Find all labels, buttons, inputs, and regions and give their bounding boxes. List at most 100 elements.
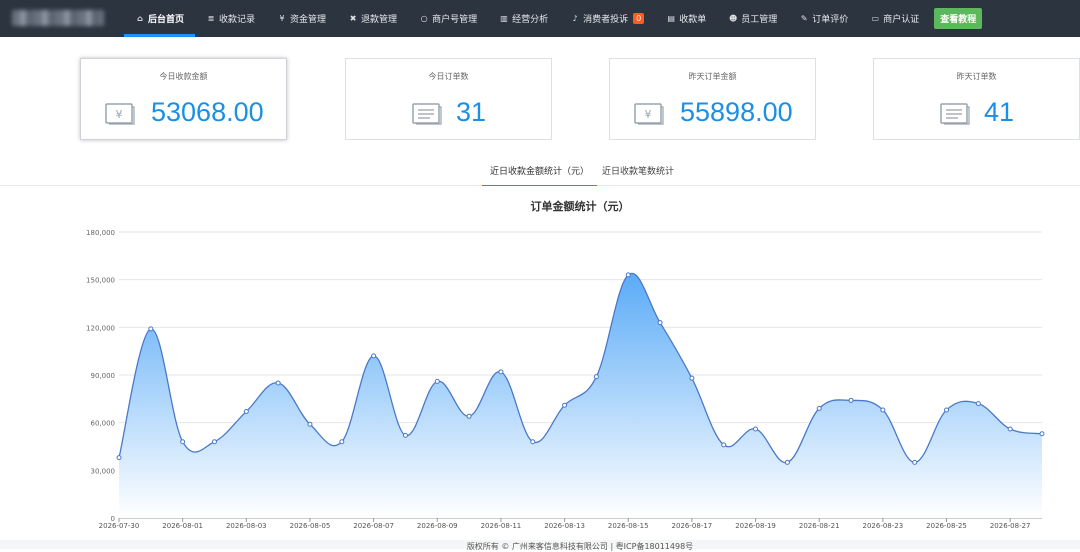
y-tick-label: 180,000 bbox=[86, 229, 115, 237]
nav-item-label: 资金管理 bbox=[290, 15, 327, 25]
money-icon: ¥ bbox=[634, 103, 664, 125]
y-tick-label: 90,000 bbox=[91, 372, 116, 380]
complaint-count-badge: 0 bbox=[633, 13, 645, 24]
data-point bbox=[116, 455, 122, 461]
svg-text:¥: ¥ bbox=[645, 108, 652, 121]
x-tick-label: 2026-08-23 bbox=[863, 522, 904, 530]
nav-item-label: 消费者投诉 bbox=[583, 15, 629, 25]
x-tick-label: 2026-08-09 bbox=[417, 522, 458, 530]
tutorial-button[interactable]: 查看教程 bbox=[934, 8, 983, 29]
data-point bbox=[148, 326, 154, 332]
nav-item-3[interactable]: ✖ 退款管理 bbox=[337, 0, 408, 37]
x-tick-label: 2026-08-25 bbox=[926, 522, 967, 530]
data-point bbox=[498, 369, 504, 375]
data-point bbox=[275, 380, 281, 386]
y-tick-label: 120,000 bbox=[86, 324, 115, 332]
close-icon: ✖ bbox=[349, 14, 357, 23]
x-tick-label: 2026-08-01 bbox=[162, 522, 203, 530]
nav-item-8[interactable]: ☻ 员工管理 bbox=[717, 0, 788, 37]
x-tick-label: 2026-08-17 bbox=[672, 522, 713, 530]
nav-item-0[interactable]: ⌂ 后台首页 bbox=[124, 0, 196, 37]
nav-item-10[interactable]: ▭ 商户认证 bbox=[859, 0, 930, 37]
card-icon: ▭ bbox=[871, 14, 880, 23]
logo[interactable] bbox=[12, 10, 104, 26]
bell-icon: ♪ bbox=[572, 14, 578, 23]
nav-item-1[interactable]: ≣ 收款记录 bbox=[195, 0, 266, 37]
stat-card-title: 今日订单数 bbox=[428, 72, 469, 81]
footer-copyright: 版权所有 © 广州来客信息科技有限公司 | 粤ICP备18011498号 bbox=[466, 542, 694, 551]
data-point bbox=[625, 272, 631, 278]
x-tick-label: 2026-08-19 bbox=[735, 522, 776, 530]
data-point bbox=[1007, 426, 1013, 432]
x-tick-label: 2026-08-27 bbox=[990, 522, 1031, 530]
nav-item-label: 经营分析 bbox=[512, 15, 549, 25]
circle-icon: ○ bbox=[420, 14, 428, 23]
data-point bbox=[975, 401, 981, 407]
data-point bbox=[944, 407, 950, 413]
nav-item-5[interactable]: ▥ 经营分析 bbox=[488, 0, 559, 37]
stat-card-yesterday-orders: 昨天订单数 41 bbox=[873, 58, 1080, 140]
data-point bbox=[912, 459, 918, 465]
data-point bbox=[434, 378, 440, 384]
tab-count-stats[interactable]: 近日收款笔数统计 bbox=[602, 164, 674, 185]
y-tick-label: 150,000 bbox=[86, 277, 115, 285]
nav-item-label: 收款记录 bbox=[219, 15, 256, 25]
nav-item-2[interactable]: ¥ 资金管理 bbox=[266, 0, 337, 37]
nav-item-label: 退款管理 bbox=[361, 15, 398, 25]
stat-card-title: 昨天订单数 bbox=[956, 72, 997, 81]
data-point bbox=[689, 375, 695, 381]
data-point bbox=[307, 421, 313, 427]
stat-card-today-orders: 今日订单数 31 bbox=[345, 58, 552, 140]
nav-item-6[interactable]: ♪ 消费者投诉 0 bbox=[559, 0, 655, 37]
x-tick-label: 2026-08-15 bbox=[608, 522, 649, 530]
data-point bbox=[753, 426, 759, 432]
stat-card-today-amount: 今日收款金额 ¥ 53068.00 bbox=[80, 58, 287, 140]
list-icon: ≣ bbox=[207, 14, 215, 23]
data-point bbox=[784, 459, 790, 465]
data-point bbox=[816, 405, 822, 411]
nav-item-9[interactable]: ✎ 订单评价 bbox=[788, 0, 859, 37]
nav-item-4[interactable]: ○ 商户号管理 bbox=[408, 0, 488, 37]
users-icon: ☻ bbox=[729, 14, 738, 23]
nav-item-label: 订单评价 bbox=[812, 15, 849, 25]
edit-icon: ✎ bbox=[800, 14, 808, 23]
data-point bbox=[880, 407, 886, 413]
data-point bbox=[562, 402, 568, 408]
nav-item-7[interactable]: ▤ 收款单 bbox=[655, 0, 717, 37]
stat-card-title: 今日收款金额 bbox=[159, 72, 208, 81]
stat-card-title: 昨天订单金额 bbox=[688, 72, 737, 81]
data-point bbox=[180, 439, 186, 445]
money-icon: ¥ bbox=[105, 103, 135, 125]
receipt-icon bbox=[412, 103, 442, 125]
y-tick-label: 30,000 bbox=[91, 467, 116, 475]
x-tick-label: 2026-08-05 bbox=[290, 522, 331, 530]
data-point bbox=[721, 442, 727, 448]
nav-item-label: 商户号管理 bbox=[432, 15, 478, 25]
data-point bbox=[530, 439, 536, 445]
home-icon: ⌂ bbox=[137, 14, 143, 23]
chart-title: 订单金额统计（元） bbox=[530, 200, 630, 213]
x-tick-label: 2026-08-11 bbox=[481, 522, 522, 530]
data-point bbox=[243, 409, 249, 415]
x-tick-label: 2026-08-03 bbox=[226, 522, 267, 530]
bar-chart-icon: ▥ bbox=[500, 14, 508, 23]
x-tick-label: 2026-07-30 bbox=[99, 522, 140, 530]
data-point bbox=[371, 353, 377, 359]
data-point bbox=[1039, 431, 1045, 437]
y-tick-label: 60,000 bbox=[91, 420, 116, 428]
nav-item-label: 收款单 bbox=[679, 15, 707, 25]
data-point bbox=[466, 413, 472, 419]
yen-icon: ¥ bbox=[279, 14, 285, 23]
svg-text:¥: ¥ bbox=[116, 108, 123, 121]
stat-card-yesterday-amount: 昨天订单金额 ¥ 55898.00 bbox=[609, 58, 816, 140]
nav-item-label: 员工管理 bbox=[741, 15, 778, 25]
data-point bbox=[211, 439, 217, 445]
nav-menu: ⌂ 后台首页 ≣ 收款记录 ¥ 资金管理 ✖ 退款管理 ○ 商户号管理 ▥ 经营分析 ♪ 消费者投诉 0 ▤ 收… bbox=[124, 0, 983, 37]
amount-line-chart: 030,00060,00090,000120,000150,000180,000… bbox=[86, 229, 1045, 530]
top-navbar: ⌂ 后台首页 ≣ 收款记录 ¥ 资金管理 ✖ 退款管理 ○ 商户号管理 ▥ 经营分析 ♪ 消费者投诉 0 ▤ 收… bbox=[0, 0, 1080, 37]
nav-item-label: 商户认证 bbox=[883, 15, 920, 25]
receipt-icon bbox=[940, 103, 970, 125]
tab-amount-stats[interactable]: 近日收款金额统计（元） bbox=[482, 164, 598, 187]
data-point bbox=[848, 397, 854, 403]
data-point bbox=[339, 439, 345, 445]
